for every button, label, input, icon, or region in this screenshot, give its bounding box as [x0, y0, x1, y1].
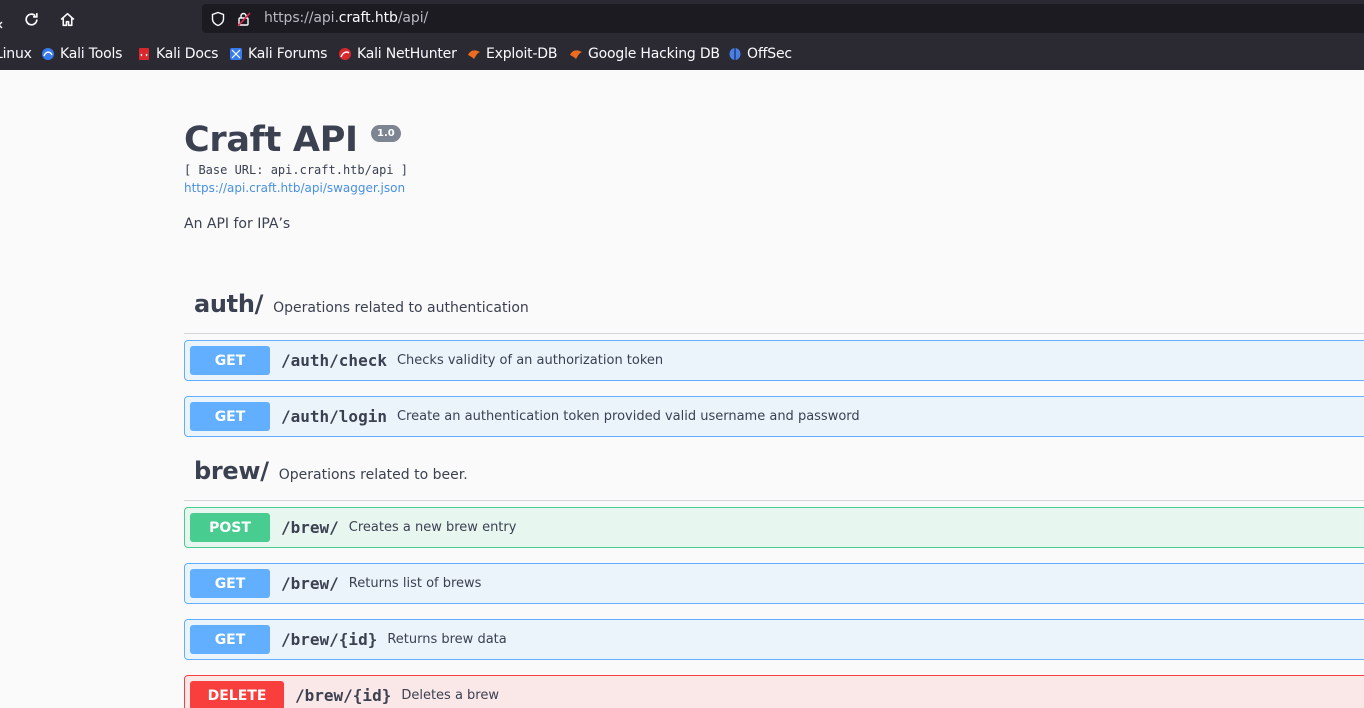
operation-summary: Create an authentication token provided …	[396, 409, 860, 424]
bookmark-label: Google Hacking DB	[588, 46, 720, 62]
operation-summary: Deletes a brew	[401, 688, 499, 703]
offsec-icon	[729, 48, 741, 60]
bookmark-label: Kali Tools	[60, 46, 123, 62]
bookmark-google-hacking-db[interactable]: Google Hacking DB	[569, 45, 720, 63]
method-badge: GET	[190, 402, 270, 431]
bookmark-label: OffSec	[747, 46, 792, 62]
method-badge: GET	[190, 625, 270, 654]
operation-summary: Checks validity of an authorization toke…	[396, 353, 664, 368]
bookmark-label: Kali Forums	[248, 46, 328, 62]
operation-get-brew-id[interactable]: GET /brew/{id} Returns brew data	[184, 619, 1364, 660]
bookmark-exploit-db[interactable]: Exploit-DB	[467, 45, 557, 63]
bookmark-label: Kali NetHunter	[357, 46, 457, 62]
operation-path: /brew/{id}	[281, 630, 378, 649]
version-badge: 1.0	[371, 125, 401, 142]
browser-chrome: https://api.craft.htb/api/ Linux Kali To…	[0, 0, 1364, 70]
swagger-json-link[interactable]: https://api.craft.htb/api/swagger.json	[184, 181, 405, 195]
operation-path: /brew/	[281, 574, 339, 593]
tag-description: Operations related to authentication	[273, 300, 529, 316]
tag-name: auth/	[194, 290, 264, 318]
reload-icon[interactable]	[20, 8, 42, 30]
google-hacking-db-icon	[570, 50, 582, 59]
operation-summary: Returns list of brews	[348, 576, 482, 591]
operation-path: /brew/{id}	[295, 686, 392, 705]
method-badge: DELETE	[190, 681, 284, 708]
insecure-lock-icon[interactable]	[236, 11, 252, 27]
bookmark-kali-tools[interactable]: Kali Tools	[41, 45, 122, 63]
operation-get-brew-list[interactable]: GET /brew/ Returns list of brews	[184, 563, 1364, 604]
url-domain: craft.htb	[338, 10, 398, 26]
exploit-db-icon	[468, 50, 480, 59]
operation-summary: Creates a new brew entry	[348, 520, 517, 535]
kali-docs-icon	[139, 48, 149, 60]
operation-summary: Returns brew data	[387, 632, 507, 647]
operation-delete-brew-id[interactable]: DELETE /brew/{id} Deletes a brew	[184, 675, 1364, 708]
url-prefix: https://api.	[264, 10, 339, 26]
operation-path: /auth/login	[281, 407, 387, 426]
bookmark-label: Linux	[0, 46, 32, 62]
bookmark-kali-docs[interactable]: Kali Docs	[137, 45, 218, 63]
operation-path: /brew/	[281, 518, 339, 537]
back-button-fragment[interactable]	[0, 14, 4, 29]
bookmark-kali-nethunter[interactable]: Kali NetHunter	[338, 45, 457, 63]
tag-description: Operations related to beer.	[278, 467, 468, 483]
address-bar[interactable]: https://api.craft.htb/api/	[202, 4, 1364, 33]
api-description: An API for IPA’s	[184, 216, 291, 232]
tag-brew[interactable]: brew/ Operations related to beer.	[184, 457, 1364, 501]
method-badge: POST	[190, 513, 270, 542]
url-text[interactable]: https://api.craft.htb/api/	[264, 10, 428, 26]
url-suffix: /api/	[397, 10, 429, 26]
method-badge: GET	[190, 569, 270, 598]
operation-get-auth-check[interactable]: GET /auth/check Checks validity of an au…	[184, 340, 1364, 381]
bookmark-label: Kali Docs	[156, 46, 219, 62]
home-icon[interactable]	[56, 8, 78, 30]
kali-tools-icon	[42, 48, 54, 60]
operation-get-auth-login[interactable]: GET /auth/login Create an authentication…	[184, 396, 1364, 437]
bookmark-kali-forums[interactable]: Kali Forums	[229, 45, 327, 63]
bookmark-kali-linux[interactable]: Linux	[0, 45, 32, 63]
kali-nethunter-icon	[339, 48, 351, 60]
bookmarks-toolbar: Linux Kali Tools Kali Docs Kali Forums K…	[0, 40, 1364, 68]
operation-post-brew[interactable]: POST /brew/ Creates a new brew entry	[184, 507, 1364, 548]
base-url: [ Base URL: api.craft.htb/api ]	[184, 163, 408, 177]
api-title: Craft API	[184, 120, 358, 160]
bookmark-label: Exploit-DB	[486, 46, 558, 62]
tag-name: brew/	[194, 457, 269, 485]
operation-path: /auth/check	[281, 351, 387, 370]
method-badge: GET	[190, 346, 270, 375]
tag-auth[interactable]: auth/ Operations related to authenticati…	[184, 290, 1364, 334]
kali-forums-icon	[230, 48, 242, 60]
bookmark-offsec[interactable]: OffSec	[728, 45, 792, 63]
shield-icon[interactable]	[210, 11, 226, 27]
